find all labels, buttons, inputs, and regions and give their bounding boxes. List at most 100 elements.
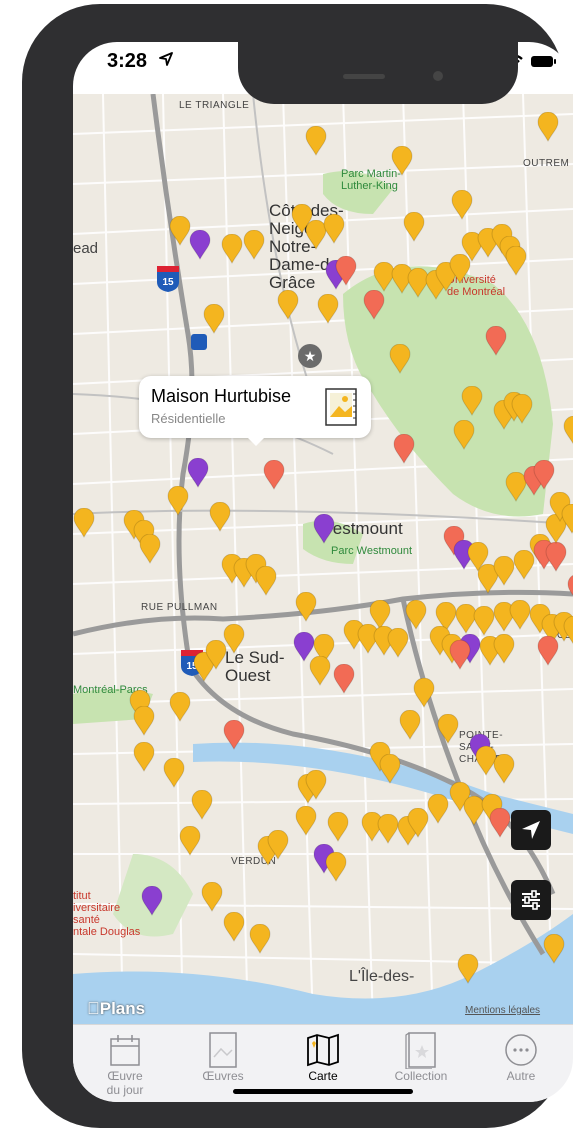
- artwork-pin-yellow[interactable]: [537, 111, 559, 143]
- tab-oeuvre-du-jour[interactable]: Œuvre du jour: [77, 1031, 173, 1102]
- artwork-pin-purple[interactable]: [187, 457, 209, 489]
- artwork-pin-red[interactable]: [393, 433, 415, 465]
- artwork-pin-yellow[interactable]: [133, 705, 155, 737]
- artwork-pin-red[interactable]: [545, 541, 567, 573]
- artwork-pin-yellow[interactable]: [511, 393, 533, 425]
- artwork-pin-yellow[interactable]: [243, 229, 265, 261]
- artwork-pin-red[interactable]: [333, 663, 355, 695]
- artwork-pin-red[interactable]: [263, 459, 285, 491]
- artwork-pin-yellow[interactable]: [73, 507, 95, 539]
- artwork-pin-yellow[interactable]: [505, 245, 527, 277]
- artwork-pin-yellow[interactable]: [323, 213, 345, 245]
- artwork-pin-yellow[interactable]: [295, 591, 317, 623]
- home-indicator: [233, 1089, 413, 1094]
- status-time: 3:28: [107, 50, 148, 72]
- artwork-pin-yellow[interactable]: [493, 753, 515, 785]
- artwork-pin-yellow[interactable]: [543, 933, 565, 965]
- artwork-pin-red[interactable]: [363, 289, 385, 321]
- artwork-pin-purple[interactable]: [141, 885, 163, 917]
- artwork-pin-yellow[interactable]: [305, 125, 327, 157]
- artwork-pin-yellow[interactable]: [325, 851, 347, 883]
- artwork-pin-yellow[interactable]: [223, 623, 245, 655]
- artwork-pin-purple[interactable]: [313, 513, 335, 545]
- filter-button[interactable]: [511, 880, 551, 920]
- artwork-pin-yellow[interactable]: [327, 811, 349, 843]
- screen: 3:28 ····: [73, 42, 573, 1102]
- artwork-pin-yellow[interactable]: [437, 713, 459, 745]
- legal-link[interactable]: Mentions légales: [465, 1005, 540, 1016]
- artwork-pin-yellow[interactable]: [305, 769, 327, 801]
- artwork-pin-red[interactable]: [449, 639, 471, 671]
- tab-autre[interactable]: Autre: [473, 1031, 569, 1102]
- artwork-pin-yellow[interactable]: [139, 533, 161, 565]
- artwork-pin-yellow[interactable]: [203, 303, 225, 335]
- artwork-pin-yellow[interactable]: [473, 605, 495, 637]
- artwork-pin-yellow[interactable]: [277, 289, 299, 321]
- shield-number: 15: [162, 277, 174, 288]
- artwork-pin-yellow[interactable]: [267, 829, 289, 861]
- map-view[interactable]: LE TRIANGLE OUTREM Parc Martin- Luther-K…: [73, 94, 573, 1024]
- artwork-pin-purple[interactable]: [189, 229, 211, 261]
- artwork-pin-yellow[interactable]: [387, 627, 409, 659]
- artwork-pin-yellow[interactable]: [377, 813, 399, 845]
- artwork-pin-yellow[interactable]: [509, 599, 531, 631]
- artwork-pin-yellow[interactable]: [405, 599, 427, 631]
- artwork-pin-yellow[interactable]: [453, 419, 475, 451]
- artwork-pin-yellow[interactable]: [249, 923, 271, 955]
- artwork-thumbnail-icon[interactable]: [325, 388, 357, 426]
- artwork-pin-yellow[interactable]: [163, 757, 185, 789]
- artwork-pin-yellow[interactable]: [223, 911, 245, 943]
- artwork-pin-yellow[interactable]: [563, 615, 573, 646]
- artwork-pin-yellow[interactable]: [133, 741, 155, 773]
- tab-label: Carte: [308, 1069, 338, 1083]
- calendar-icon: [110, 1035, 140, 1066]
- artwork-pin-yellow[interactable]: [255, 565, 277, 597]
- artwork-pin-yellow[interactable]: [221, 233, 243, 265]
- artwork-pin-yellow[interactable]: [169, 215, 191, 247]
- artwork-pin-yellow[interactable]: [403, 211, 425, 243]
- artwork-pin-yellow[interactable]: [493, 555, 515, 587]
- artwork-pin-yellow[interactable]: [167, 485, 189, 517]
- tab-label: Œuvres: [202, 1069, 244, 1083]
- artwork-pin-yellow[interactable]: [493, 633, 515, 665]
- artwork-pin-yellow[interactable]: [389, 343, 411, 375]
- artwork-pin-yellow[interactable]: [191, 789, 213, 821]
- artwork-pin-yellow[interactable]: [561, 503, 573, 535]
- front-camera: [433, 71, 443, 81]
- artwork-pin-yellow[interactable]: [457, 953, 479, 985]
- artwork-pin-yellow[interactable]: [427, 793, 449, 825]
- artwork-pin-yellow[interactable]: [563, 415, 573, 446]
- artwork-pin-yellow[interactable]: [169, 691, 191, 723]
- artwork-pin-yellow[interactable]: [461, 385, 483, 417]
- artwork-pin-yellow[interactable]: [449, 253, 471, 285]
- map-icon: [307, 1033, 339, 1067]
- artwork-pin-yellow[interactable]: [379, 753, 401, 785]
- artwork-pin-yellow[interactable]: [179, 825, 201, 857]
- artwork-pin-red[interactable]: [567, 574, 573, 604]
- artwork-pin-red[interactable]: [489, 807, 511, 839]
- artwork-pin-yellow[interactable]: [209, 501, 231, 533]
- artwork-pin-red[interactable]: [485, 325, 507, 357]
- star-landmark-icon[interactable]: ★: [298, 344, 322, 368]
- artwork-pin-red[interactable]: [223, 719, 245, 751]
- artwork-pin-yellow[interactable]: [451, 189, 473, 221]
- device-frame: 3:28 ····: [22, 4, 573, 1128]
- locate-me-button[interactable]: [511, 810, 551, 850]
- speaker-grille: [343, 74, 385, 79]
- artwork-pin-yellow[interactable]: [407, 807, 429, 839]
- artwork-pin-yellow[interactable]: [399, 709, 421, 741]
- artwork-pin-red[interactable]: [533, 459, 555, 491]
- artwork-pin-yellow[interactable]: [413, 677, 435, 709]
- tab-label: Œuvre du jour: [106, 1069, 144, 1097]
- tab-label: Collection: [394, 1069, 448, 1083]
- map-callout[interactable]: Maison Hurtubise Résidentielle: [139, 376, 371, 446]
- apple-plans-attribution: Plans: [87, 999, 145, 1019]
- artwork-pin-red[interactable]: [335, 255, 357, 287]
- artwork-pin-red[interactable]: [537, 635, 559, 667]
- artwork-pin-yellow[interactable]: [201, 881, 223, 913]
- artwork-pin-yellow[interactable]: [391, 145, 413, 177]
- artwork-pin-yellow[interactable]: [309, 655, 331, 687]
- label-outremont: OUTREM: [523, 158, 570, 169]
- artwork-pin-yellow[interactable]: [317, 293, 339, 325]
- artwork-pin-yellow[interactable]: [295, 805, 317, 837]
